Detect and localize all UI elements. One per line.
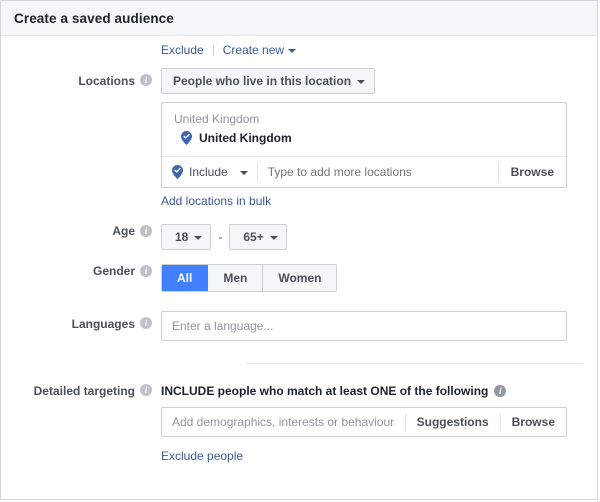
age-field: 18 - 65+ [161,224,597,250]
chevron-down-icon [239,171,248,175]
location-name: United Kingdom [199,131,292,145]
languages-row: Languages i [1,311,597,341]
gender-option-women[interactable]: Women [263,265,337,291]
include-dropdown[interactable]: Include [162,165,257,179]
chevron-down-icon [357,80,366,84]
languages-label: Languages i [1,311,161,331]
locations-input-row: Include Browse [162,156,566,187]
age-min-value: 18 [175,230,189,244]
info-icon[interactable]: i [140,225,152,237]
page-title: Create a saved audience [14,10,174,26]
age-label-text: Age [112,224,135,238]
location-search-input[interactable] [257,164,498,180]
detailed-targeting-box: Suggestions Browse [161,407,567,437]
section-divider [246,363,582,364]
detailed-targeting-row: Detailed targeting i INCLUDE people who … [1,384,597,463]
languages-label-text: Languages [71,317,135,331]
gender-field: All Men Women [161,264,597,292]
add-locations-in-bulk-link[interactable]: Add locations in bulk [161,188,597,208]
detailed-targeting-heading: INCLUDE people who match at least ONE of… [161,384,597,398]
detailed-targeting-browse-button[interactable]: Browse [501,415,566,429]
location-type-value: People who live in this location [173,74,352,88]
gender-option-all[interactable]: All [162,265,209,291]
location-group-label: United Kingdom [174,112,260,126]
locations-row: Locations i People who live in this loca… [1,68,597,208]
age-min-dropdown[interactable]: 18 [161,224,212,250]
gender-row: Gender i All Men Women [1,264,597,292]
create-new-link[interactable]: Create new [222,43,297,57]
link-divider [212,44,214,56]
location-list-item[interactable]: United Kingdom [162,131,566,156]
suggestions-button[interactable]: Suggestions [406,415,500,429]
card-header: Create a saved audience [1,1,597,36]
age-row: Age i 18 - 65+ [1,224,597,250]
gender-toggle-group: All Men Women [161,264,338,292]
map-pin-icon [172,165,183,179]
detailed-targeting-label-text: Detailed targeting [33,384,135,398]
audience-top-links: Exclude Create new [1,36,597,60]
age-range-separator: - [218,230,223,244]
location-type-dropdown[interactable]: People who live in this location [161,68,376,94]
chevron-down-icon [288,49,297,53]
info-icon[interactable]: i [140,384,152,396]
gender-label: Gender i [1,264,161,278]
include-label: Include [189,165,228,179]
age-max-value: 65+ [243,230,264,244]
card-body: Exclude Create new Locations i People wh… [1,36,597,463]
exclude-link[interactable]: Exclude [161,43,204,57]
info-icon[interactable]: i [140,317,152,329]
languages-input[interactable] [161,311,567,341]
locations-field: People who live in this location United … [161,68,597,208]
chevron-down-icon [269,236,278,240]
detailed-targeting-input[interactable] [162,415,405,429]
locations-browse-button[interactable]: Browse [499,165,566,179]
locations-box: United Kingdom United Kingdom Include Ty… [161,102,567,188]
gender-option-men[interactable]: Men [208,265,264,291]
age-label: Age i [1,224,161,238]
info-icon[interactable]: i [140,74,152,86]
create-new-label: Create new [222,43,285,57]
gender-label-text: Gender [92,264,135,278]
languages-field [161,311,597,341]
create-saved-audience-card: Create a saved audience Exclude Create n… [0,0,598,500]
exclude-people-link[interactable]: Exclude people [161,449,597,463]
detailed-targeting-label: Detailed targeting i [1,384,161,398]
locations-label: Locations i [1,68,161,88]
locations-label-text: Locations [78,74,135,88]
map-pin-icon [181,131,192,145]
age-max-dropdown[interactable]: 65+ [229,224,287,250]
detailed-targeting-heading-text: INCLUDE people who match at least ONE of… [161,384,489,398]
chevron-down-icon [194,236,203,240]
info-icon[interactable]: i [494,385,507,397]
info-icon[interactable]: i [140,265,152,277]
detailed-targeting-field: INCLUDE people who match at least ONE of… [161,384,597,463]
